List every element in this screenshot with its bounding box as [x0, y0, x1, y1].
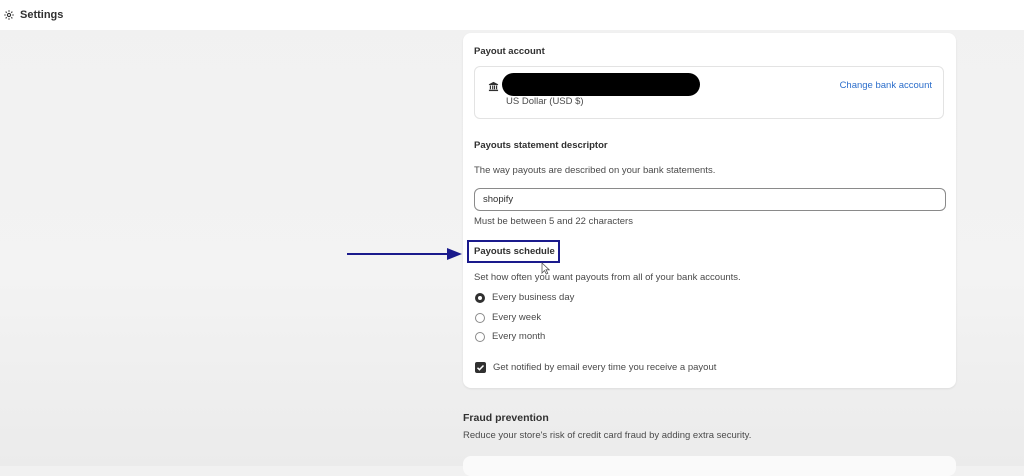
pointer-arrow-icon — [347, 248, 462, 260]
statement-descriptor-input[interactable]: shopify — [474, 188, 946, 211]
payout-account-heading: Payout account — [474, 46, 545, 57]
radio-button[interactable] — [475, 292, 485, 303]
page-title: Settings — [20, 9, 64, 21]
radio-button[interactable] — [475, 331, 485, 342]
redacted-account-number — [502, 73, 700, 96]
account-currency: US Dollar (USD $) — [506, 96, 584, 107]
radio-label: Every month — [492, 331, 546, 342]
descriptor-help-text: The way payouts are described on your ba… — [474, 165, 716, 176]
bank-account-box: US Dollar (USD $) Change bank account — [474, 66, 944, 119]
schedule-help-text: Set how often you want payouts from all … — [474, 272, 741, 283]
payouts-card: Payout account US Dollar (USD $) Change … — [463, 33, 956, 388]
notify-email-label: Get notified by email every time you rec… — [493, 362, 717, 373]
radio-every-week[interactable]: Every week — [475, 312, 541, 323]
fraud-prevention-description: Reduce your store's risk of credit card … — [463, 430, 752, 441]
radio-every-month[interactable]: Every month — [475, 331, 545, 342]
change-bank-account-link[interactable]: Change bank account — [840, 80, 932, 91]
checkbox-checked[interactable] — [475, 362, 486, 373]
payouts-schedule-heading: Payouts schedule — [474, 246, 555, 257]
descriptor-heading: Payouts statement descriptor — [474, 140, 608, 151]
mouse-cursor-icon — [541, 262, 550, 275]
fraud-prevention-heading: Fraud prevention — [463, 412, 549, 424]
fraud-card — [463, 456, 956, 476]
notify-email-checkbox-row[interactable]: Get notified by email every time you rec… — [475, 362, 716, 373]
radio-label: Every week — [492, 312, 542, 323]
bank-icon — [488, 81, 499, 92]
radio-button[interactable] — [475, 312, 485, 323]
top-bar: Settings — [0, 0, 1024, 30]
descriptor-hint: Must be between 5 and 22 characters — [474, 216, 633, 227]
radio-label: Every business day — [492, 292, 575, 303]
radio-every-business-day[interactable]: Every business day — [475, 292, 574, 303]
gear-icon[interactable] — [3, 9, 15, 21]
